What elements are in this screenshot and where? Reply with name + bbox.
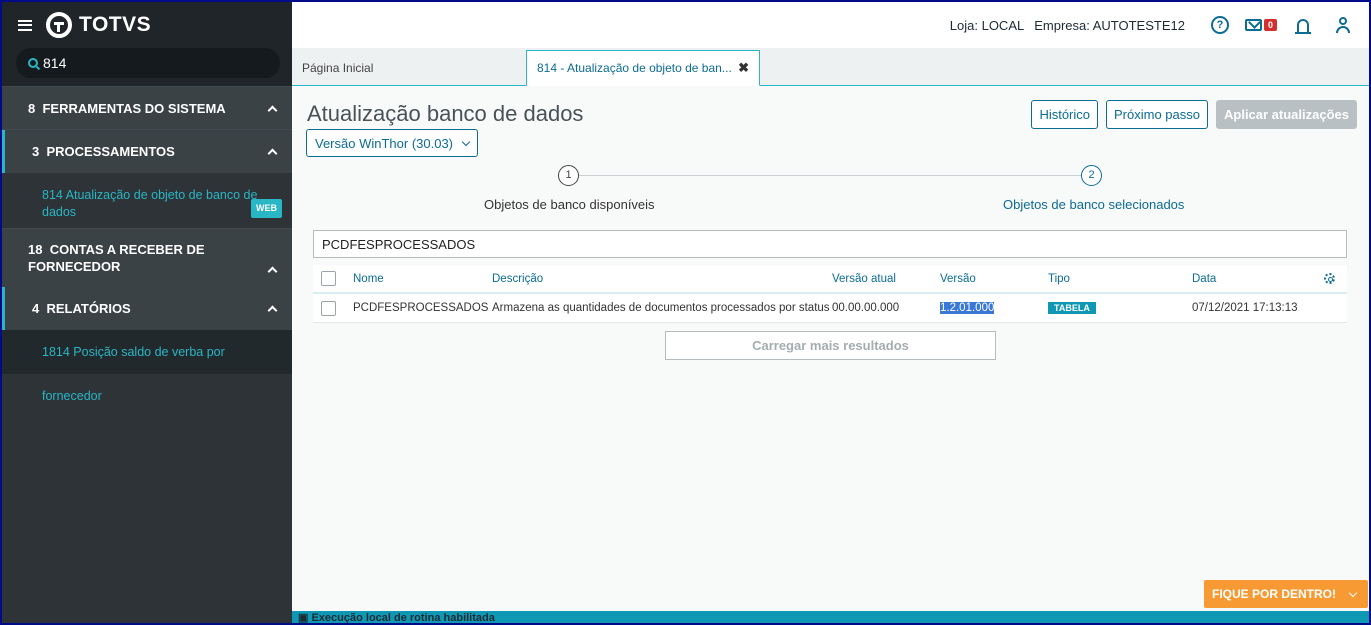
menu-item-814[interactable]: 814 Atualização de objeto de banco de da…	[2, 173, 292, 228]
menu-group-label: 3 PROCESSAMENTOS	[32, 144, 175, 159]
search-icon	[28, 58, 38, 68]
totvs-logo-icon	[46, 12, 72, 38]
web-badge: WEB	[251, 199, 282, 218]
chevron-up-icon	[267, 266, 278, 277]
empresa-info: Empresa: AUTOTESTE12	[1034, 17, 1185, 33]
gear-icon[interactable]	[1324, 273, 1335, 284]
tab-home[interactable]: Página Inicial	[292, 50, 526, 86]
historico-button[interactable]: Histórico	[1031, 100, 1099, 129]
menu-group-label: 8 FERRAMENTAS DO SISTEMA	[28, 100, 226, 116]
menu-item-label: 1814 Posição saldo de verba por forneced…	[42, 345, 225, 403]
proximo-passo-button[interactable]: Próximo passo	[1106, 100, 1208, 129]
step-line	[579, 175, 1081, 176]
step-1-circle[interactable]: 1	[558, 165, 579, 186]
page-title: Atualização banco de dados	[307, 101, 584, 126]
status-text: Execução local de rotina habilitada	[311, 612, 495, 623]
menu-group-contas-receber[interactable]: 18 CONTAS A RECEBER DE FORNECEDOR	[2, 229, 292, 287]
col-descricao[interactable]: Descrição	[492, 273, 832, 285]
table-row[interactable]: PCDFESPROCESSADOS Armazena as quantidade…	[313, 294, 1347, 323]
main-content: Atualização banco de dados Versão WinTho…	[292, 87, 1369, 611]
cell-data: 07/12/2021 17:13:13	[1192, 302, 1298, 314]
menu-group-label: 18 CONTAS A RECEBER DE FORNECEDOR	[28, 242, 205, 274]
cell-versao: 1.2.01.000	[940, 302, 1048, 314]
row-checkbox[interactable]	[321, 300, 336, 316]
loja-info: Loja: LOCAL	[949, 17, 1025, 33]
load-more-button[interactable]: Carregar mais resultados	[665, 331, 996, 360]
version-select-label: Versão WinThor (30.03)	[315, 135, 454, 151]
hamburger-icon[interactable]	[18, 19, 32, 31]
cell-versao-atual: 00.00.00.000	[832, 302, 900, 314]
step-1-label: Objetos de banco disponíveis	[484, 197, 655, 212]
col-versao-atual[interactable]: Versão atual	[832, 273, 940, 285]
col-data[interactable]: Data	[1192, 273, 1322, 285]
version-select[interactable]: Versão WinThor (30.03)	[306, 129, 479, 157]
tipo-badge: TABELA	[1048, 302, 1096, 314]
chevron-up-icon	[267, 305, 278, 316]
brand-bar: TOTVS	[2, 2, 292, 48]
col-versao[interactable]: Versão	[940, 273, 1048, 285]
menu-group-processamentos[interactable]: 3 PROCESSAMENTOS	[2, 130, 292, 173]
cell-descricao: Armazena as quantidades de documentos pr…	[492, 302, 830, 314]
cell-nome: PCDFESPROCESSADOS	[353, 302, 489, 314]
menu-group-ferramentas[interactable]: 8 FERRAMENTAS DO SISTEMA	[2, 87, 292, 129]
menu-group-relatorios[interactable]: 4 RELATÓRIOS	[2, 287, 292, 330]
tab-label: 814 - Atualização de objeto de ban...	[537, 61, 732, 75]
menu-item-1814[interactable]: 1814 Posição saldo de verba por forneced…	[2, 330, 292, 403]
top-bar: Loja: LOCAL Empresa: AUTOTESTE12 ? 0	[292, 2, 1369, 48]
step-2-label: Objetos de banco selecionados	[1003, 197, 1185, 212]
chevron-up-icon	[267, 148, 278, 159]
chevron-down-icon	[1348, 588, 1358, 597]
bell-icon[interactable]	[1295, 18, 1311, 34]
table-header: Nome Descrição Versão atual Versão Tipo …	[313, 265, 1347, 294]
menu-search-input[interactable]	[43, 55, 243, 71]
step-2-circle[interactable]: 2	[1081, 165, 1102, 186]
status-bar: ▣ Execução local de rotina habilitada	[292, 611, 1369, 623]
brand-name: TOTVS	[79, 13, 152, 36]
selected-text: 1.2.01.000	[940, 302, 995, 314]
filter-input[interactable]	[313, 230, 1347, 258]
help-icon[interactable]: ?	[1210, 16, 1229, 34]
close-icon[interactable]: ✖	[738, 60, 749, 76]
aplicar-atualizacoes-button[interactable]: Aplicar atualizações	[1216, 100, 1357, 129]
stepper: 1 Objetos de banco disponíveis 2 Objetos…	[292, 162, 1369, 212]
menu-item-label: 814 Atualização de objeto de banco de da…	[42, 188, 258, 219]
lock-icon: ▣	[298, 612, 309, 623]
tab-label: Página Inicial	[302, 61, 374, 75]
chevron-up-icon	[267, 105, 278, 115]
tab-814[interactable]: 814 - Atualização de objeto de ban... ✖	[526, 50, 760, 86]
col-nome[interactable]: Nome	[353, 273, 492, 285]
objects-table: Nome Descrição Versão atual Versão Tipo …	[313, 265, 1347, 323]
action-buttons: Histórico Próximo passo Aplicar atualiza…	[1023, 100, 1357, 129]
menu-group-label: 4 RELATÓRIOS	[32, 301, 131, 316]
chevron-down-icon	[461, 137, 471, 146]
cell-tipo: TABELA	[1048, 302, 1192, 314]
user-icon[interactable]	[1335, 17, 1351, 33]
fique-label: FIQUE POR DENTRO!	[1212, 587, 1337, 601]
sidebar-search-area	[2, 48, 292, 86]
col-tipo[interactable]: Tipo	[1048, 273, 1192, 285]
mail-count-badge: 0	[1263, 19, 1277, 31]
tab-bar: Página Inicial 814 - Atualização de obje…	[292, 48, 1369, 86]
mail-icon[interactable]	[1244, 19, 1262, 31]
select-all-checkbox[interactable]	[321, 271, 336, 286]
sidebar-search	[16, 48, 280, 78]
sidebar: TOTVS 8 FERRAMENTAS DO SISTEMA 3 PROCESS…	[2, 2, 292, 623]
fique-por-dentro-button[interactable]: FIQUE POR DENTRO!	[1204, 580, 1368, 608]
